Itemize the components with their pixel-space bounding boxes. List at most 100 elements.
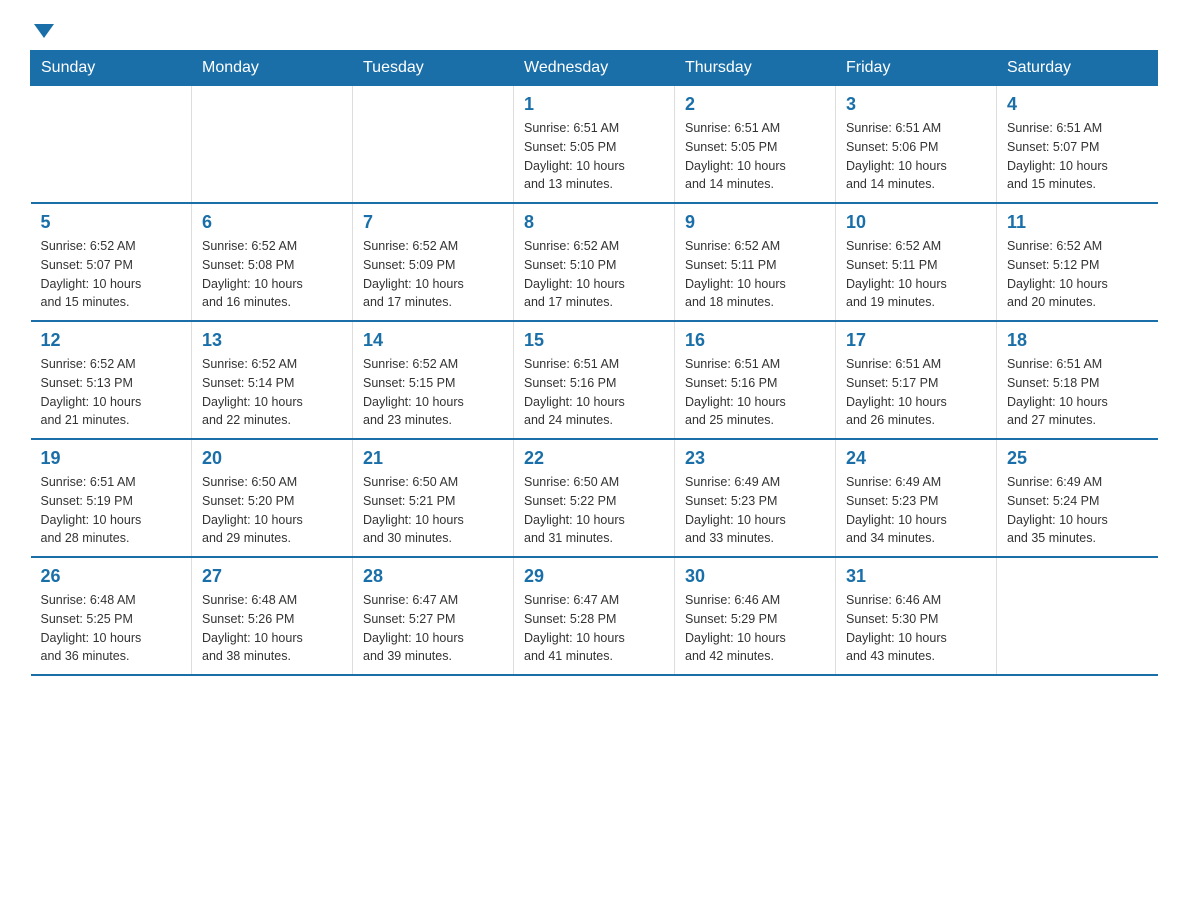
day-number: 30 [685, 566, 825, 587]
day-info: Sunrise: 6:51 AM Sunset: 5:19 PM Dayligh… [41, 473, 182, 548]
calendar-cell: 22 Sunrise: 6:50 AM Sunset: 5:22 PM Dayli… [514, 439, 675, 557]
calendar-cell: 2Sunrise: 6:51 AM Sunset: 5:05 PM Daylig… [675, 86, 836, 204]
calendar-cell: 7Sunrise: 6:52 AM Sunset: 5:09 PM Daylig… [353, 203, 514, 321]
day-info: Sunrise: 6:52 AM Sunset: 5:11 PM Dayligh… [685, 237, 825, 312]
calendar-cell: 24 Sunrise: 6:49 AM Sunset: 5:23 PM Dayli… [836, 439, 997, 557]
day-info: Sunrise: 6:50 AM Sunset: 5:22 PM Dayligh… [524, 473, 664, 548]
calendar-week-row: 19 Sunrise: 6:51 AM Sunset: 5:19 PM Dayli… [31, 439, 1158, 557]
weekday-header: Wednesday [514, 51, 675, 86]
calendar-cell: 4 Sunrise: 6:51 AM Sunset: 5:07 PM Daylig… [997, 86, 1158, 204]
weekday-header: Tuesday [353, 51, 514, 86]
day-info: Sunrise: 6:51 AM Sunset: 5:18 PM Dayligh… [1007, 355, 1148, 430]
day-number: 1 [524, 94, 664, 115]
calendar-cell: 29 Sunrise: 6:47 AM Sunset: 5:28 PM Dayli… [514, 557, 675, 675]
day-number: 27 [202, 566, 342, 587]
calendar-cell: 11 Sunrise: 6:52 AM Sunset: 5:12 PM Dayli… [997, 203, 1158, 321]
weekday-header: Thursday [675, 51, 836, 86]
day-info: Sunrise: 6:51 AM Sunset: 5:05 PM Dayligh… [685, 119, 825, 194]
calendar-cell: 25 Sunrise: 6:49 AM Sunset: 5:24 PM Dayli… [997, 439, 1158, 557]
calendar-cell: 18 Sunrise: 6:51 AM Sunset: 5:18 PM Dayli… [997, 321, 1158, 439]
day-info: Sunrise: 6:52 AM Sunset: 5:13 PM Dayligh… [41, 355, 182, 430]
weekday-header: Sunday [31, 51, 192, 86]
calendar-cell [997, 557, 1158, 675]
day-info: Sunrise: 6:52 AM Sunset: 5:12 PM Dayligh… [1007, 237, 1148, 312]
day-info: Sunrise: 6:49 AM Sunset: 5:24 PM Dayligh… [1007, 473, 1148, 548]
logo-arrow-icon [34, 24, 54, 38]
logo [30, 20, 54, 38]
weekday-header-row: SundayMondayTuesdayWednesdayThursdayFrid… [31, 51, 1158, 86]
calendar-week-row: 1 Sunrise: 6:51 AM Sunset: 5:05 PM Daylig… [31, 86, 1158, 204]
weekday-header: Monday [192, 51, 353, 86]
day-number: 28 [363, 566, 503, 587]
day-number: 8 [524, 212, 664, 233]
calendar-cell: 5Sunrise: 6:52 AM Sunset: 5:07 PM Daylig… [31, 203, 192, 321]
day-info: Sunrise: 6:48 AM Sunset: 5:26 PM Dayligh… [202, 591, 342, 666]
day-number: 3 [846, 94, 986, 115]
day-info: Sunrise: 6:51 AM Sunset: 5:16 PM Dayligh… [685, 355, 825, 430]
day-number: 4 [1007, 94, 1148, 115]
day-info: Sunrise: 6:48 AM Sunset: 5:25 PM Dayligh… [41, 591, 182, 666]
day-number: 25 [1007, 448, 1148, 469]
calendar-cell: 14 Sunrise: 6:52 AM Sunset: 5:15 PM Dayli… [353, 321, 514, 439]
day-number: 19 [41, 448, 182, 469]
day-info: Sunrise: 6:52 AM Sunset: 5:15 PM Dayligh… [363, 355, 503, 430]
calendar-cell: 6 Sunrise: 6:52 AM Sunset: 5:08 PM Daylig… [192, 203, 353, 321]
day-info: Sunrise: 6:47 AM Sunset: 5:28 PM Dayligh… [524, 591, 664, 666]
calendar-cell: 23 Sunrise: 6:49 AM Sunset: 5:23 PM Dayli… [675, 439, 836, 557]
calendar-cell: 12Sunrise: 6:52 AM Sunset: 5:13 PM Dayli… [31, 321, 192, 439]
calendar-cell [31, 86, 192, 204]
calendar-cell: 9 Sunrise: 6:52 AM Sunset: 5:11 PM Daylig… [675, 203, 836, 321]
calendar-cell: 20Sunrise: 6:50 AM Sunset: 5:20 PM Dayli… [192, 439, 353, 557]
day-number: 31 [846, 566, 986, 587]
calendar-cell: 1 Sunrise: 6:51 AM Sunset: 5:05 PM Daylig… [514, 86, 675, 204]
calendar-cell [192, 86, 353, 204]
day-info: Sunrise: 6:51 AM Sunset: 5:07 PM Dayligh… [1007, 119, 1148, 194]
day-info: Sunrise: 6:51 AM Sunset: 5:16 PM Dayligh… [524, 355, 664, 430]
calendar-cell: 17Sunrise: 6:51 AM Sunset: 5:17 PM Dayli… [836, 321, 997, 439]
day-number: 20 [202, 448, 342, 469]
day-number: 24 [846, 448, 986, 469]
calendar-cell: 31 Sunrise: 6:46 AM Sunset: 5:30 PM Dayli… [836, 557, 997, 675]
day-number: 16 [685, 330, 825, 351]
calendar-cell: 30Sunrise: 6:46 AM Sunset: 5:29 PM Dayli… [675, 557, 836, 675]
calendar-cell: 16 Sunrise: 6:51 AM Sunset: 5:16 PM Dayli… [675, 321, 836, 439]
calendar-table: SundayMondayTuesdayWednesdayThursdayFrid… [30, 50, 1158, 676]
day-number: 13 [202, 330, 342, 351]
day-info: Sunrise: 6:51 AM Sunset: 5:17 PM Dayligh… [846, 355, 986, 430]
day-number: 10 [846, 212, 986, 233]
day-info: Sunrise: 6:46 AM Sunset: 5:30 PM Dayligh… [846, 591, 986, 666]
day-number: 22 [524, 448, 664, 469]
day-number: 14 [363, 330, 503, 351]
calendar-cell [353, 86, 514, 204]
calendar-week-row: 5Sunrise: 6:52 AM Sunset: 5:07 PM Daylig… [31, 203, 1158, 321]
calendar-cell: 28 Sunrise: 6:47 AM Sunset: 5:27 PM Dayli… [353, 557, 514, 675]
day-info: Sunrise: 6:52 AM Sunset: 5:07 PM Dayligh… [41, 237, 182, 312]
day-number: 18 [1007, 330, 1148, 351]
day-info: Sunrise: 6:52 AM Sunset: 5:08 PM Dayligh… [202, 237, 342, 312]
calendar-cell: 10Sunrise: 6:52 AM Sunset: 5:11 PM Dayli… [836, 203, 997, 321]
day-info: Sunrise: 6:52 AM Sunset: 5:10 PM Dayligh… [524, 237, 664, 312]
calendar-cell: 15 Sunrise: 6:51 AM Sunset: 5:16 PM Dayli… [514, 321, 675, 439]
day-number: 9 [685, 212, 825, 233]
day-info: Sunrise: 6:49 AM Sunset: 5:23 PM Dayligh… [685, 473, 825, 548]
day-info: Sunrise: 6:47 AM Sunset: 5:27 PM Dayligh… [363, 591, 503, 666]
calendar-cell: 26Sunrise: 6:48 AM Sunset: 5:25 PM Dayli… [31, 557, 192, 675]
day-info: Sunrise: 6:49 AM Sunset: 5:23 PM Dayligh… [846, 473, 986, 548]
calendar-cell: 3 Sunrise: 6:51 AM Sunset: 5:06 PM Daylig… [836, 86, 997, 204]
day-number: 6 [202, 212, 342, 233]
weekday-header: Friday [836, 51, 997, 86]
day-info: Sunrise: 6:51 AM Sunset: 5:05 PM Dayligh… [524, 119, 664, 194]
day-info: Sunrise: 6:51 AM Sunset: 5:06 PM Dayligh… [846, 119, 986, 194]
calendar-cell: 27 Sunrise: 6:48 AM Sunset: 5:26 PM Dayli… [192, 557, 353, 675]
calendar-cell: 13 Sunrise: 6:52 AM Sunset: 5:14 PM Dayli… [192, 321, 353, 439]
day-number: 23 [685, 448, 825, 469]
day-number: 7 [363, 212, 503, 233]
calendar-cell: 8 Sunrise: 6:52 AM Sunset: 5:10 PM Daylig… [514, 203, 675, 321]
calendar-week-row: 12Sunrise: 6:52 AM Sunset: 5:13 PM Dayli… [31, 321, 1158, 439]
day-info: Sunrise: 6:52 AM Sunset: 5:14 PM Dayligh… [202, 355, 342, 430]
calendar-cell: 21Sunrise: 6:50 AM Sunset: 5:21 PM Dayli… [353, 439, 514, 557]
day-number: 15 [524, 330, 664, 351]
day-info: Sunrise: 6:50 AM Sunset: 5:21 PM Dayligh… [363, 473, 503, 548]
day-number: 29 [524, 566, 664, 587]
day-number: 11 [1007, 212, 1148, 233]
